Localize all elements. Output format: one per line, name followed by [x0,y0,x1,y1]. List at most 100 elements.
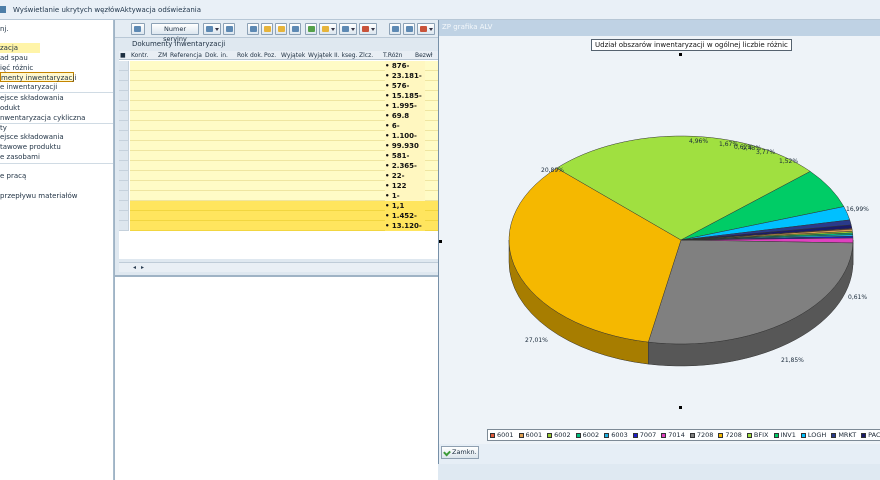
table-row[interactable]: • 581- [130,151,439,161]
column-header[interactable]: Zlcz. [359,52,373,59]
legend-item[interactable]: BFIX [746,430,769,440]
layout-button[interactable] [403,23,415,35]
column-header[interactable]: Dok. in. [205,52,228,59]
row-selector[interactable] [119,191,129,201]
find-next-button[interactable] [223,23,235,35]
nav-item[interactable]: e inwentaryzacji [0,82,57,92]
sort-desc-button[interactable] [275,23,287,35]
nav-item[interactable]: e pracą [0,171,26,181]
legend-item[interactable]: 7208 [717,430,742,440]
export-button[interactable] [359,23,377,35]
row-selector[interactable] [119,61,129,71]
chart-window-titlebar[interactable]: ZP grafika ALV [439,20,880,36]
legend-item[interactable]: MRKT [830,430,856,440]
nav-item[interactable]: e zasobami [0,152,40,162]
row-selector[interactable] [119,181,129,191]
serial-number-button[interactable]: Numer seryjny [151,23,199,43]
row-selector[interactable] [119,101,129,111]
row-selector[interactable] [119,211,129,221]
table-row[interactable]: • 122 [130,181,439,191]
table-row[interactable]: • 576- [130,81,439,91]
legend-item[interactable]: 6002 [546,430,571,440]
nav-item-inventory-documents[interactable]: menty inwentaryzacji [0,72,76,82]
legend-item[interactable]: 7208 [689,430,713,440]
legend-item[interactable]: 6003 [603,430,628,440]
row-selector[interactable] [119,221,129,231]
table-row[interactable]: • 15.185- [130,91,439,101]
row-selector[interactable] [119,141,129,151]
nav-item[interactable]: ejsce składowania [0,93,64,103]
graphic-button[interactable] [417,23,435,35]
row-selector[interactable] [119,161,129,171]
row-selector[interactable] [119,171,129,181]
table-row[interactable]: • 13.120- [130,221,439,231]
scroll-left-icon[interactable]: ◂ [133,264,136,271]
nav-item[interactable]: nwentaryzacja cykliczna [0,113,85,123]
table-row[interactable]: • 1- [130,191,439,201]
filter-button[interactable] [305,23,317,35]
table-row[interactable]: • 99.930 [130,141,439,151]
column-header[interactable]: Bezwł [415,52,433,59]
legend-item[interactable]: LOGH [800,430,826,440]
table-row[interactable]: • 1.995- [130,101,439,111]
tree-expand-icon[interactable] [0,6,6,13]
table-row[interactable]: • 6- [130,121,439,131]
sum-button[interactable] [289,23,301,35]
nav-item[interactable]: nj. [0,24,9,34]
legend-item[interactable]: 7007 [632,430,656,440]
refresh-button[interactable] [247,23,259,35]
column-header[interactable]: Wyjątek II. kseg. [308,52,358,59]
nav-item[interactable]: ejsce składowania [0,132,64,142]
print-button[interactable] [389,23,401,35]
resize-handle[interactable] [439,240,442,243]
select-all-icon[interactable]: ■ [120,52,126,59]
activate-refresh-link[interactable]: Aktywacja odświeżania [120,6,201,14]
column-header[interactable]: Poz. [264,52,276,59]
nav-item[interactable]: zacja [0,43,40,53]
chart-legend[interactable]: 6001 6001 6002 6002 6003 7007 7014 7208 7208 BFIX… [487,429,880,441]
subtotal-button[interactable] [319,23,337,35]
table-row[interactable]: • 1.100- [130,131,439,141]
nav-item[interactable]: odukt [0,103,20,113]
scroll-right-icon[interactable]: ▸ [141,264,144,271]
row-selector[interactable] [119,81,129,91]
row-selector[interactable] [119,131,129,141]
column-header[interactable]: Wyjątek [281,52,305,59]
row-selector[interactable] [119,111,129,121]
column-header[interactable]: ZM [158,52,167,59]
resize-handle[interactable] [679,406,682,409]
table-row[interactable]: • 2.365- [130,161,439,171]
search-button[interactable] [203,23,221,35]
row-selector[interactable] [119,71,129,81]
nav-item[interactable]: ad spau [0,53,28,63]
column-header[interactable]: T.Różn [383,52,402,59]
row-selector[interactable] [119,151,129,161]
table-row[interactable]: • 876- [130,61,439,71]
table-row[interactable]: • 1,1 [130,201,439,211]
legend-item[interactable]: 6002 [575,430,599,440]
legend-item[interactable]: 6001 [518,430,542,440]
table-row[interactable]: • 1.452- [130,211,439,221]
close-button[interactable]: Zamkn. [441,446,479,459]
resize-handle[interactable] [679,53,682,56]
legend-item[interactable]: 7014 [660,430,685,440]
chart-title[interactable]: Udział obszarów inwentaryzacji w ogólnej… [591,39,792,51]
nav-item[interactable]: przepływu materiałów [0,191,78,201]
row-selector[interactable] [119,91,129,101]
show-hidden-nodes-link[interactable]: Wyświetlanie ukrytych węzłów [13,6,120,14]
legend-item[interactable]: INV1 [773,430,796,440]
legend-item[interactable]: PACK [860,430,880,440]
view-button[interactable] [339,23,357,35]
column-header[interactable]: Kontr. [131,52,148,59]
row-selector[interactable] [119,121,129,131]
sort-asc-button[interactable] [261,23,273,35]
pie-slice[interactable] [647,239,854,345]
table-row[interactable]: • 22- [130,171,439,181]
horizontal-scrollbar[interactable]: ◂ ▸ [119,262,439,272]
row-selector[interactable] [119,201,129,211]
nav-item[interactable]: tawowe produktu [0,142,61,152]
table-row[interactable]: • 69.8 [130,111,439,121]
column-header[interactable]: Rok dok. [237,52,263,59]
table-row[interactable]: • 23.181- [130,71,439,81]
legend-item[interactable]: 6001 [489,430,514,440]
